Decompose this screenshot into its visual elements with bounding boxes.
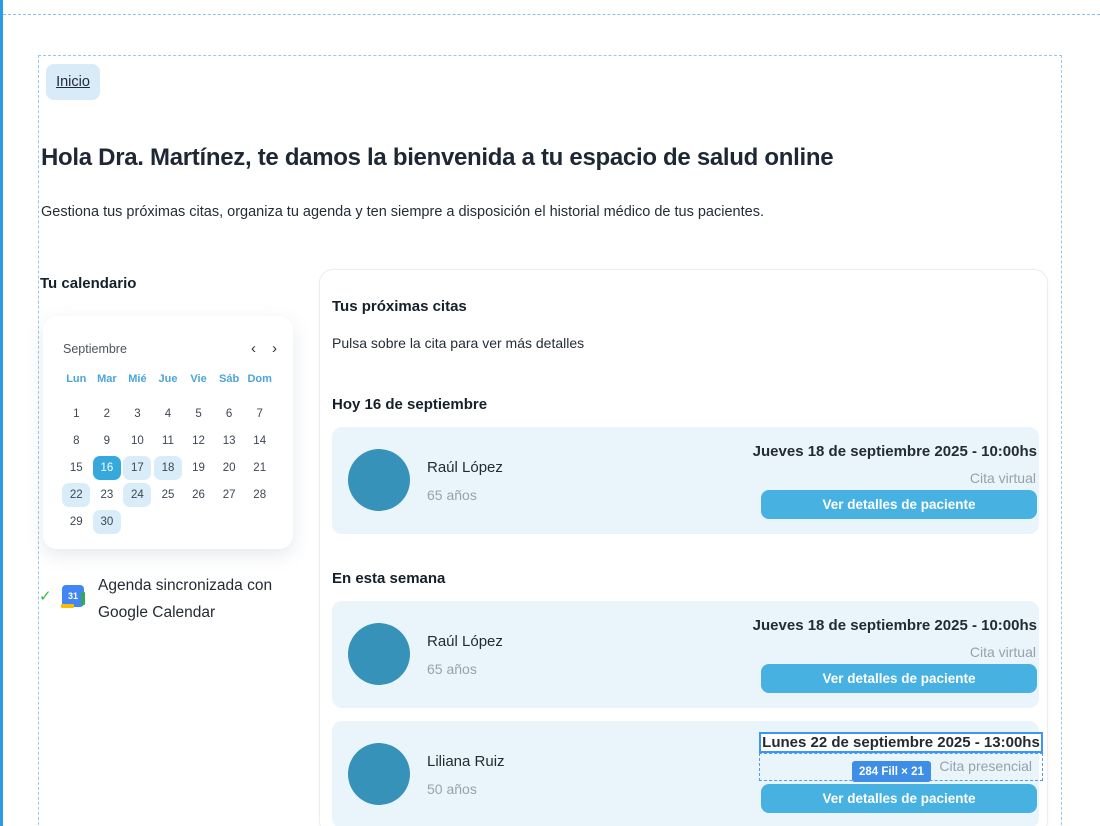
appointment-type: Cita virtual xyxy=(969,644,1036,660)
weekday-mie: Mié xyxy=(128,373,147,385)
appointment-datetime: Lunes 22 de septiembre 2025 - 13:00hs xyxy=(762,734,1040,751)
appointments-hint: Pulsa sobre la cita para ver más detalle… xyxy=(332,335,585,351)
calendar-day-25[interactable]: 25 xyxy=(154,483,182,507)
page-subtitle: Gestiona tus próximas citas, organiza tu… xyxy=(41,204,764,220)
calendar-day-6[interactable]: 6 xyxy=(215,402,243,426)
calendar-day-26[interactable]: 26 xyxy=(185,483,213,507)
inspector-measurement-badge: 284 Fill × 21 xyxy=(852,761,931,782)
appointments-title: Tus próximas citas xyxy=(332,298,467,315)
calendar-day-19[interactable]: 19 xyxy=(185,456,213,480)
appointment-type: Cita virtual xyxy=(969,470,1036,486)
patient-name: Raúl López xyxy=(427,633,503,650)
calendar-day-23[interactable]: 23 xyxy=(93,483,121,507)
calendar-day-29[interactable]: 29 xyxy=(62,510,90,534)
google-calendar-icon-number: 31 xyxy=(67,591,78,601)
calendar-day-10[interactable]: 10 xyxy=(123,429,151,453)
calendar-day-20[interactable]: 20 xyxy=(215,456,243,480)
patient-age: 50 años xyxy=(427,781,477,797)
calendar-widget: Septiembre ‹ › Lun Mar Mié Jue Vie Sáb D… xyxy=(43,316,293,549)
calendar-day-14[interactable]: 14 xyxy=(246,429,274,453)
google-sync-status: Agenda sincronizada con Google Calendar xyxy=(98,577,273,621)
check-icon: ✓ xyxy=(39,588,52,605)
patient-name: Raúl López xyxy=(427,459,503,476)
chevron-right-icon[interactable]: › xyxy=(272,341,277,356)
calendar-day-4[interactable]: 4 xyxy=(154,402,182,426)
appointment-datetime: Jueves 18 de septiembre 2025 - 10:00hs xyxy=(752,443,1037,460)
calendar-day-16[interactable]: 16 xyxy=(92,455,121,480)
patient-age: 65 años xyxy=(427,661,477,677)
calendar-day-21[interactable]: 21 xyxy=(246,456,274,480)
calendar-day-12[interactable]: 12 xyxy=(185,429,213,453)
weekday-mar: Mar xyxy=(97,373,117,385)
calendar-day-3[interactable]: 3 xyxy=(123,402,151,426)
calendar-day-5[interactable]: 5 xyxy=(185,402,213,426)
weekday-lun: Lun xyxy=(66,373,87,385)
inspector-dashed-box: Cita presencial 284 Fill × 21 xyxy=(759,753,1043,782)
calendar-day-7[interactable]: 7 xyxy=(246,402,274,426)
inspector-selection-box: Lunes 22 de septiembre 2025 - 13:00hs xyxy=(759,732,1043,753)
dashboard-page: Inicio Hola Dra. Martínez, te damos la b… xyxy=(0,0,1100,826)
page-title: Hola Dra. Martínez, te damos la bienveni… xyxy=(41,144,834,171)
calendar-day-27[interactable]: 27 xyxy=(215,483,243,507)
weekday-dom: Dom xyxy=(247,373,272,385)
appointments-panel: Tus próximas citas Pulsa sobre la cita p… xyxy=(319,269,1048,826)
patient-avatar xyxy=(348,743,410,805)
calendar-header: Septiembre ‹ › xyxy=(63,341,277,356)
google-calendar-icon: 31 xyxy=(61,585,85,608)
calendar-day-28[interactable]: 28 xyxy=(246,483,274,507)
weekday-jue: Jue xyxy=(158,373,178,385)
calendar-day-24[interactable]: 24 xyxy=(123,482,152,507)
breadcrumb[interactable]: Inicio xyxy=(46,64,100,100)
inicio-link[interactable]: Inicio xyxy=(56,74,90,90)
weekday-vie: Vie xyxy=(190,373,207,385)
calendar-day-11[interactable]: 11 xyxy=(154,429,182,453)
appointment-datetime: Jueves 18 de septiembre 2025 - 10:00hs xyxy=(752,617,1037,634)
left-accent-bar xyxy=(0,0,3,826)
calendar-weekday-row: Lun Mar Mié Jue Vie Sáb Dom xyxy=(61,373,275,385)
view-patient-details-button[interactable]: Ver detalles de paciente xyxy=(761,490,1037,519)
main-content-frame: Inicio Hola Dra. Martínez, te damos la b… xyxy=(38,55,1062,826)
calendar-day-13[interactable]: 13 xyxy=(215,429,243,453)
calendar-day-30[interactable]: 30 xyxy=(92,509,121,534)
calendar-day-18[interactable]: 18 xyxy=(153,455,182,480)
patient-avatar xyxy=(348,623,410,685)
weekday-sab: Sáb xyxy=(219,373,240,385)
view-patient-details-button[interactable]: Ver detalles de paciente xyxy=(761,784,1037,813)
patient-age: 65 años xyxy=(427,487,477,503)
section-heading-today: Hoy 16 de septiembre xyxy=(332,396,488,413)
calendar-days-grid: 1 2 3 4 5 6 7 8 9 10 11 12 13 14 15 16 17 18 19 20 21 22 23 24 2… xyxy=(61,400,275,535)
calendar-day-22[interactable]: 22 xyxy=(62,482,91,507)
calendar-day-8[interactable]: 8 xyxy=(62,429,90,453)
chevron-left-icon[interactable]: ‹ xyxy=(251,341,256,356)
patient-avatar xyxy=(348,449,410,511)
appointment-type: Cita presencial xyxy=(939,758,1032,774)
top-dashed-divider xyxy=(3,14,1100,15)
view-patient-details-button[interactable]: Ver detalles de paciente xyxy=(761,664,1037,693)
calendar-day-2[interactable]: 2 xyxy=(93,402,121,426)
calendar-month-label: Septiembre xyxy=(63,342,127,356)
appointment-card-liliana[interactable]: Liliana Ruiz 50 años Lunes 22 de septiem… xyxy=(332,721,1043,826)
calendar-section-title: Tu calendario xyxy=(40,275,137,292)
patient-name: Liliana Ruiz xyxy=(427,753,505,770)
calendar-day-17[interactable]: 17 xyxy=(123,455,152,480)
calendar-day-15[interactable]: 15 xyxy=(62,456,90,480)
section-heading-week: En esta semana xyxy=(332,570,446,587)
calendar-day-1[interactable]: 1 xyxy=(62,402,90,426)
appointment-card-raul-week[interactable]: Raúl López 65 años Jueves 18 de septiemb… xyxy=(332,601,1039,708)
appointment-card-raul-today[interactable]: Raúl López 65 años Jueves 18 de septiemb… xyxy=(332,427,1039,534)
calendar-nav: ‹ › xyxy=(251,341,277,356)
calendar-day-9[interactable]: 9 xyxy=(93,429,121,453)
